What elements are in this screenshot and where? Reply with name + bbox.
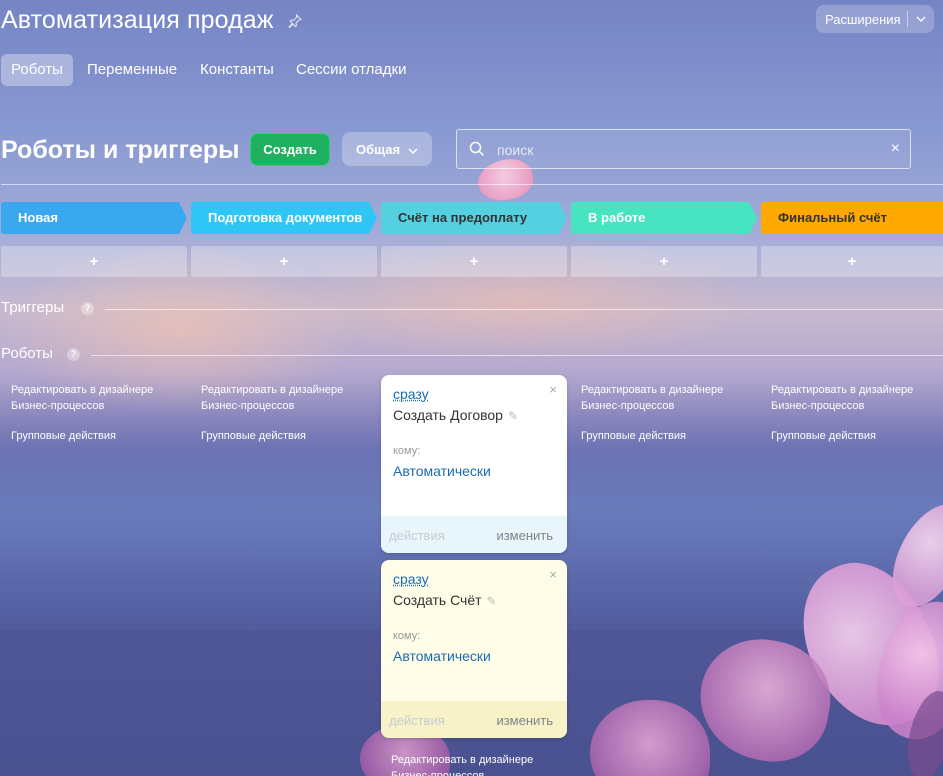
background-flower <box>899 686 943 776</box>
edit-in-designer-link[interactable]: Редактировать в дизайнере Бизнес-процессо… <box>391 752 561 776</box>
background-flower <box>859 589 943 751</box>
robot-name: Создать Договор ✎ <box>393 407 518 423</box>
stage-doc-prep[interactable]: Подготовка документов <box>191 202 377 234</box>
robot-actions-button[interactable]: действия <box>389 528 445 543</box>
edit-in-designer-link[interactable]: Редактировать в дизайнере Бизнес-процессо… <box>201 382 371 414</box>
tabs-bar: Роботы Переменные Константы Сессии отлад… <box>0 48 943 98</box>
group-actions-link[interactable]: Групповые действия <box>11 428 181 444</box>
robot-card[interactable]: сразу × Создать Договор ✎ кому: Автоматич… <box>381 375 567 553</box>
robot-to-label: кому: <box>393 630 420 642</box>
edit-in-designer-link[interactable]: Редактировать в дизайнере Бизнес-процессо… <box>771 382 941 414</box>
robot-card-footer: действия изменить <box>381 701 567 738</box>
divider <box>1 184 943 185</box>
tab-variables[interactable]: Переменные <box>77 54 187 86</box>
background-flower <box>691 630 840 771</box>
add-trigger-button[interactable]: + <box>571 246 757 277</box>
help-icon[interactable]: ? <box>81 302 94 315</box>
background-flower <box>590 700 710 776</box>
page-title: Автоматизация продаж <box>1 6 274 35</box>
column-links: Редактировать в дизайнере Бизнес-процессо… <box>11 382 181 444</box>
section-title: Роботы и триггеры <box>1 136 240 165</box>
edit-in-designer-link[interactable]: Редактировать в дизайнере Бизнес-процессо… <box>11 382 181 414</box>
extensions-label: Расширения <box>816 12 907 27</box>
group-actions-link[interactable]: Групповые действия <box>201 428 371 444</box>
divider <box>105 309 943 310</box>
clear-icon[interactable]: × <box>891 140 900 158</box>
column-links: Редактировать в дизайнере Бизнес-процессо… <box>771 382 941 444</box>
add-trigger-button[interactable]: + <box>761 246 943 277</box>
stage-new[interactable]: Новая <box>1 202 187 234</box>
background-flower <box>877 492 943 617</box>
pencil-icon[interactable]: ✎ <box>508 409 518 423</box>
tab-debug-sessions[interactable]: Сессии отладки <box>286 54 416 86</box>
robots-title: Роботы <box>1 345 53 362</box>
close-icon[interactable]: × <box>549 567 557 582</box>
create-button[interactable]: Создать <box>250 133 330 166</box>
divider <box>91 355 943 356</box>
chevron-down-icon[interactable] <box>908 16 934 22</box>
background-flower <box>780 543 943 748</box>
tab-constants[interactable]: Константы <box>190 54 284 86</box>
column-links: Редактировать в дизайнере Бизнес-процессо… <box>581 382 751 444</box>
search-box: × <box>456 129 911 169</box>
robot-edit-button[interactable]: изменить <box>496 713 553 728</box>
robot-to-value[interactable]: Автоматически <box>393 648 491 664</box>
add-trigger-button[interactable]: + <box>381 246 567 277</box>
add-trigger-button[interactable]: + <box>191 246 377 277</box>
robot-actions-button[interactable]: действия <box>389 713 445 728</box>
close-icon[interactable]: × <box>549 382 557 397</box>
search-icon <box>469 141 485 162</box>
robot-card-footer: действия изменить <box>381 516 567 553</box>
stage-in-progress[interactable]: В работе <box>571 202 757 234</box>
robot-card[interactable]: сразу × Создать Счёт ✎ кому: Автоматическ… <box>381 560 567 738</box>
tab-robots[interactable]: Роботы <box>1 54 73 86</box>
common-dropdown[interactable]: Общая <box>342 132 432 166</box>
pin-icon[interactable] <box>288 14 302 28</box>
stage-final-invoice[interactable]: Финальный счёт <box>761 202 943 234</box>
common-label: Общая <box>356 142 400 157</box>
extensions-button[interactable]: Расширения <box>816 5 934 33</box>
group-actions-link[interactable]: Групповые действия <box>581 428 751 444</box>
help-icon[interactable]: ? <box>67 348 80 361</box>
robot-to-label: кому: <box>393 445 420 457</box>
robot-name: Создать Счёт ✎ <box>393 592 497 608</box>
chevron-down-icon <box>408 142 418 157</box>
robot-edit-button[interactable]: изменить <box>496 528 553 543</box>
add-trigger-button[interactable]: + <box>1 246 187 277</box>
triggers-title: Триггеры <box>1 299 64 316</box>
robot-delay-link[interactable]: сразу <box>393 571 429 587</box>
edit-in-designer-link[interactable]: Редактировать в дизайнере Бизнес-процессо… <box>581 382 751 414</box>
stage-prepayment-invoice[interactable]: Счёт на предоплату <box>381 202 567 234</box>
robot-to-value[interactable]: Автоматически <box>393 463 491 479</box>
search-input[interactable] <box>497 138 877 162</box>
column-links: Редактировать в дизайнере Бизнес-процессо… <box>201 382 371 444</box>
group-actions-link[interactable]: Групповые действия <box>771 428 941 444</box>
robot-delay-link[interactable]: сразу <box>393 386 429 402</box>
pencil-icon[interactable]: ✎ <box>487 594 497 608</box>
